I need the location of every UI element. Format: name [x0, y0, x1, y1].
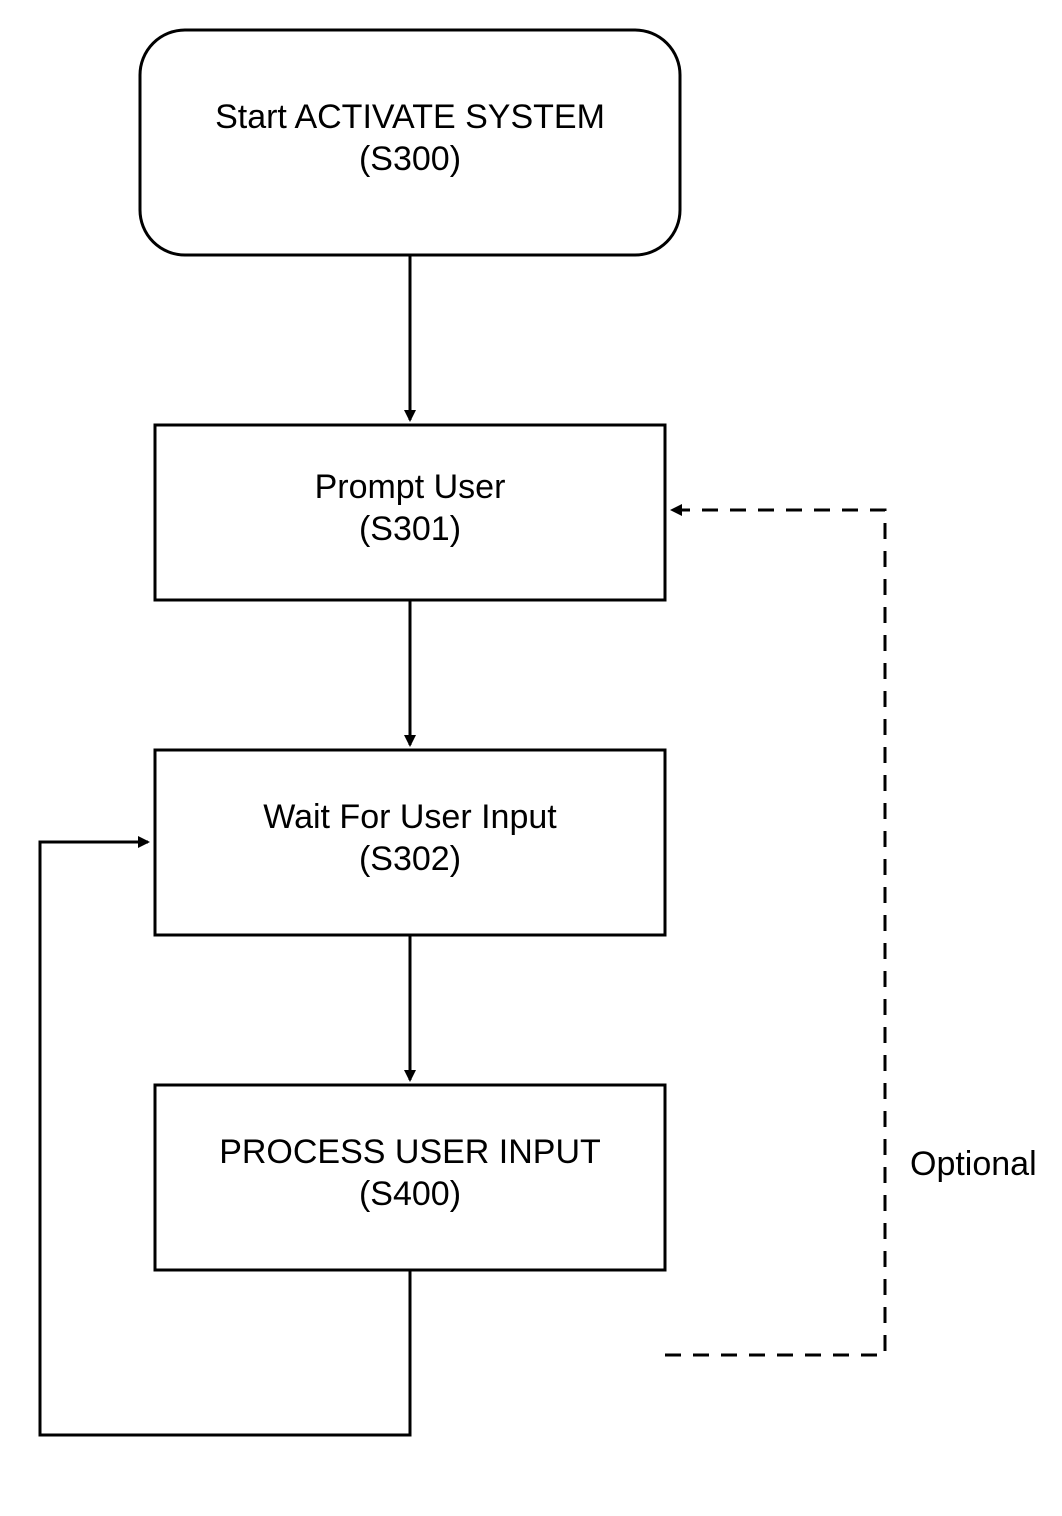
label-optional: Optional	[910, 1145, 1037, 1183]
node-prompt-line2: (S301)	[359, 510, 461, 548]
node-process-line1: PROCESS USER INPUT	[219, 1133, 601, 1171]
node-process-line2: (S400)	[359, 1175, 461, 1213]
flowchart-diagram: Start ACTIVATE SYSTEM (S300) Prompt User…	[0, 0, 1062, 1516]
node-prompt: Prompt User (S301)	[155, 425, 665, 600]
node-start-line2: (S300)	[359, 140, 461, 178]
node-wait: Wait For User Input (S302)	[155, 750, 665, 935]
node-process: PROCESS USER INPUT (S400)	[155, 1085, 665, 1270]
node-start: Start ACTIVATE SYSTEM (S300)	[140, 30, 680, 255]
node-wait-line2: (S302)	[359, 840, 461, 878]
node-wait-line1: Wait For User Input	[263, 798, 557, 836]
node-prompt-line1: Prompt User	[315, 468, 506, 506]
arrow-process-to-prompt-optional	[665, 510, 885, 1355]
node-start-line1: Start ACTIVATE SYSTEM	[215, 98, 605, 136]
